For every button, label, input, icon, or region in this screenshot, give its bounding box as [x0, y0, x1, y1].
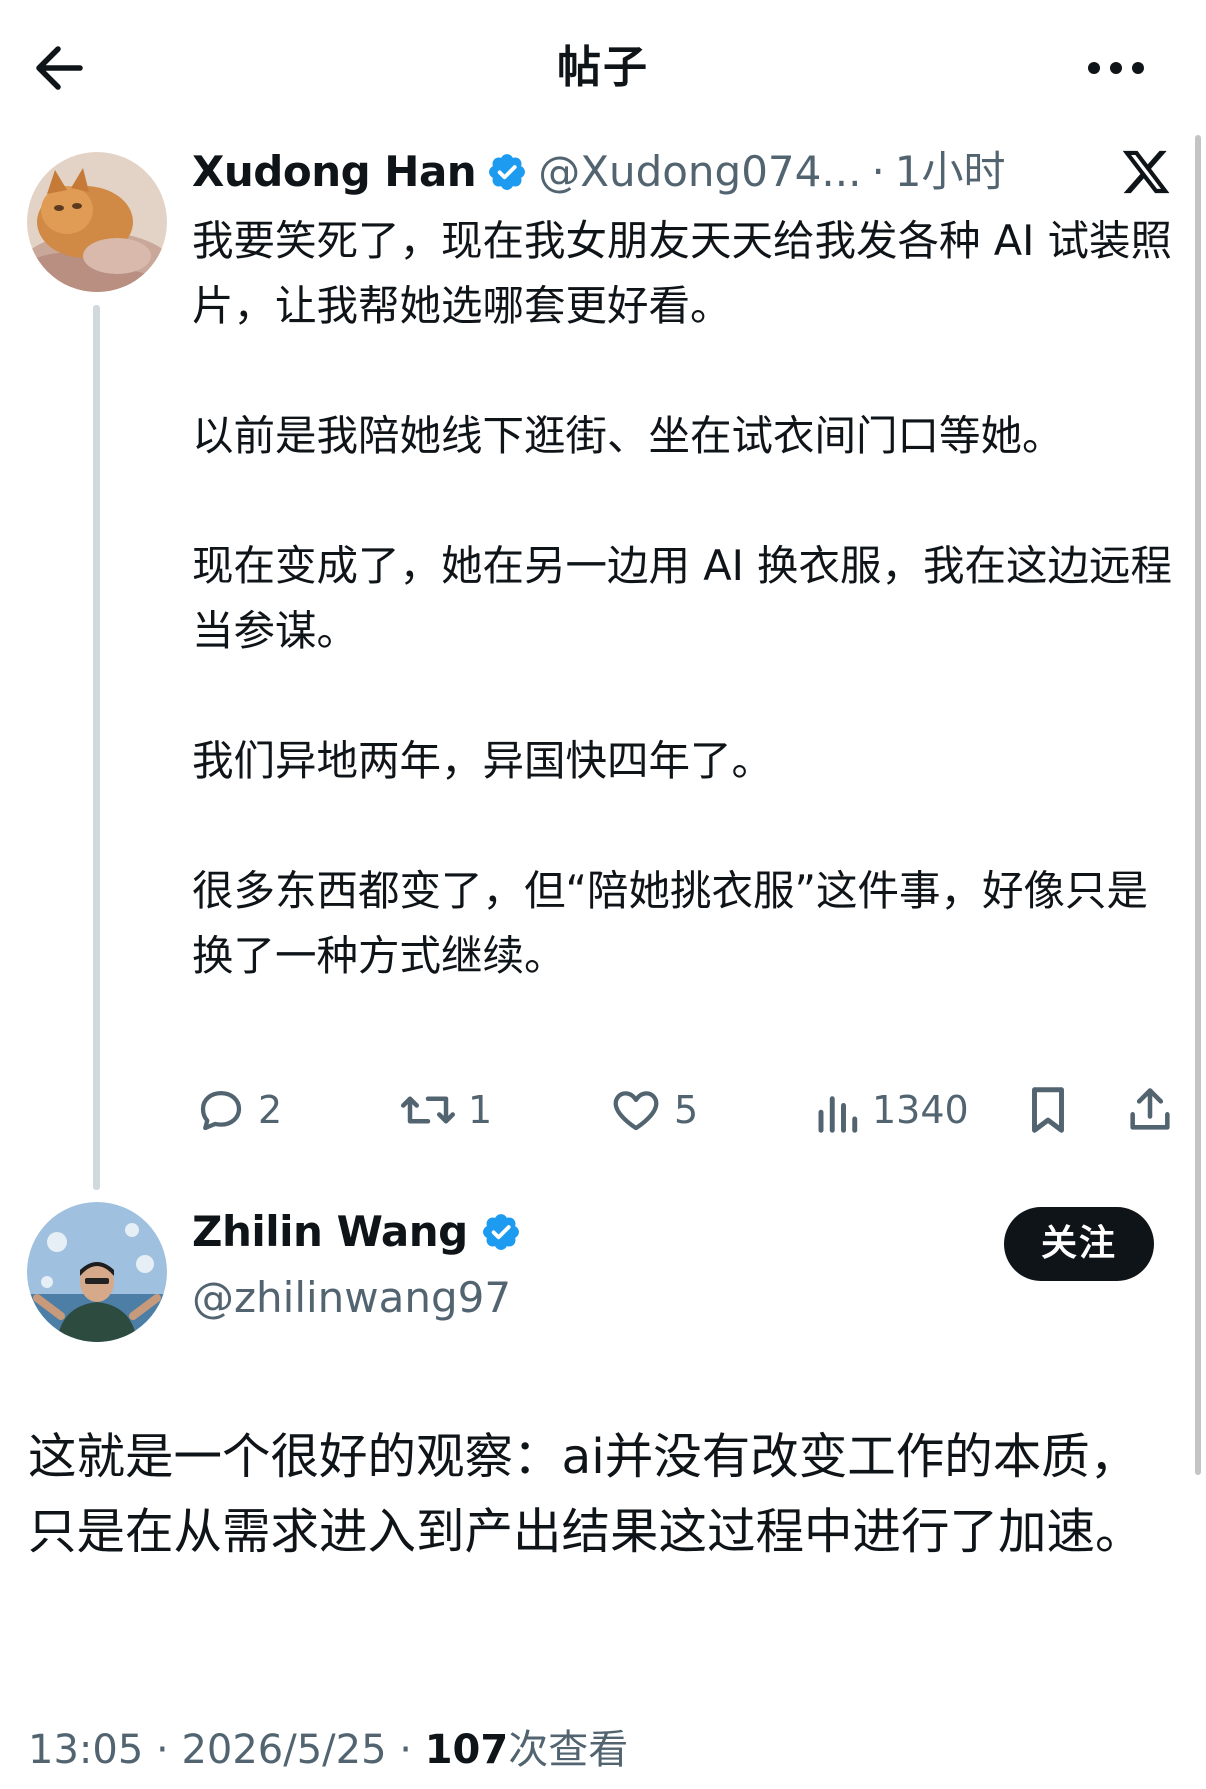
page-title: 帖子 — [557, 42, 649, 93]
post-paragraph: 以前是我陪她线下逛街、坐在试衣间门口等她。 — [192, 411, 1064, 460]
scrollbar[interactable] — [1195, 135, 1201, 1475]
author-name[interactable]: Xudong Han — [192, 144, 477, 200]
post-timestamp-meta: 13:05 · 2026/5/25 · 107次查看 — [28, 1722, 628, 1778]
post-time[interactable]: 1小时 — [895, 144, 1006, 200]
avatar-zhilin-wang[interactable] — [27, 1202, 167, 1342]
repost-button[interactable]: 1 — [398, 1080, 492, 1140]
verified-badge-icon — [489, 154, 526, 190]
view-count: 1340 — [872, 1088, 969, 1132]
post-date[interactable]: 2026/5/25 — [181, 1727, 386, 1773]
more-options-button[interactable] — [1076, 40, 1156, 96]
bar-chart-icon — [818, 1096, 858, 1133]
post-time[interactable]: 13:05 — [28, 1727, 143, 1773]
reply-header: Zhilin Wang — [192, 1204, 522, 1260]
bookmark-button[interactable] — [1024, 1080, 1072, 1140]
avatar-xudong-han[interactable] — [27, 152, 167, 292]
meta-separator: · — [399, 1727, 412, 1773]
like-button[interactable]: 5 — [608, 1080, 698, 1140]
share-button[interactable] — [1124, 1080, 1176, 1140]
meta-separator: · — [156, 1727, 169, 1773]
author-handle[interactable]: @Xudong074... — [538, 144, 861, 200]
view-label: 次查看 — [508, 1727, 629, 1773]
post-header: Xudong Han @Xudong074... · 1小时 — [192, 144, 1006, 200]
post-paragraph: 很多东西都变了，但“陪她挑衣服”这件事，好像只是换了一种方式继续。 — [192, 866, 1149, 980]
share-upload-icon — [1130, 1088, 1170, 1130]
post-paragraph: 我要笑死了，现在我女朋友天天给我发各种 AI 试装照片，让我帮她选哪套更好看。 — [192, 216, 1173, 330]
x-logo-icon — [1120, 146, 1172, 198]
post-paragraph: 我们异地两年，异国快四年了。 — [192, 736, 774, 785]
reply-body: 这就是一个很好的观察：ai并没有改变工作的本质，只是在从需求进入到产出结果这过程… — [28, 1429, 1144, 1560]
verified-badge-icon — [482, 1214, 519, 1250]
person-avatar-image — [27, 1202, 167, 1342]
reply-author-handle[interactable]: @zhilinwang97 — [192, 1270, 511, 1326]
reply-view-count[interactable]: 107 — [425, 1727, 509, 1773]
post-paragraph: 现在变成了，她在另一边用 AI 换衣服，我在这边远程当参谋。 — [192, 541, 1173, 655]
comment-bubble-icon — [200, 1090, 242, 1131]
reply-author-name[interactable]: Zhilin Wang — [192, 1204, 468, 1260]
repost-icon — [401, 1096, 455, 1124]
views-button[interactable]: 1340 — [816, 1080, 969, 1140]
post-body: 我要笑死了，现在我女朋友天天给我发各种 AI 试装照片，让我帮她选哪套更好看。 … — [192, 208, 1182, 988]
meta-separator: · — [871, 147, 885, 196]
like-count: 5 — [674, 1088, 699, 1132]
follow-button[interactable]: 关注 — [1004, 1207, 1154, 1281]
reply-button[interactable]: 2 — [194, 1080, 282, 1140]
thread-connector-line — [93, 305, 100, 1190]
cat-avatar-image — [27, 152, 167, 292]
repost-count: 1 — [468, 1088, 493, 1132]
more-dots-icon — [1088, 62, 1144, 74]
bookmark-icon — [1032, 1087, 1064, 1133]
reply-count: 2 — [258, 1088, 283, 1132]
heart-icon — [613, 1091, 659, 1131]
